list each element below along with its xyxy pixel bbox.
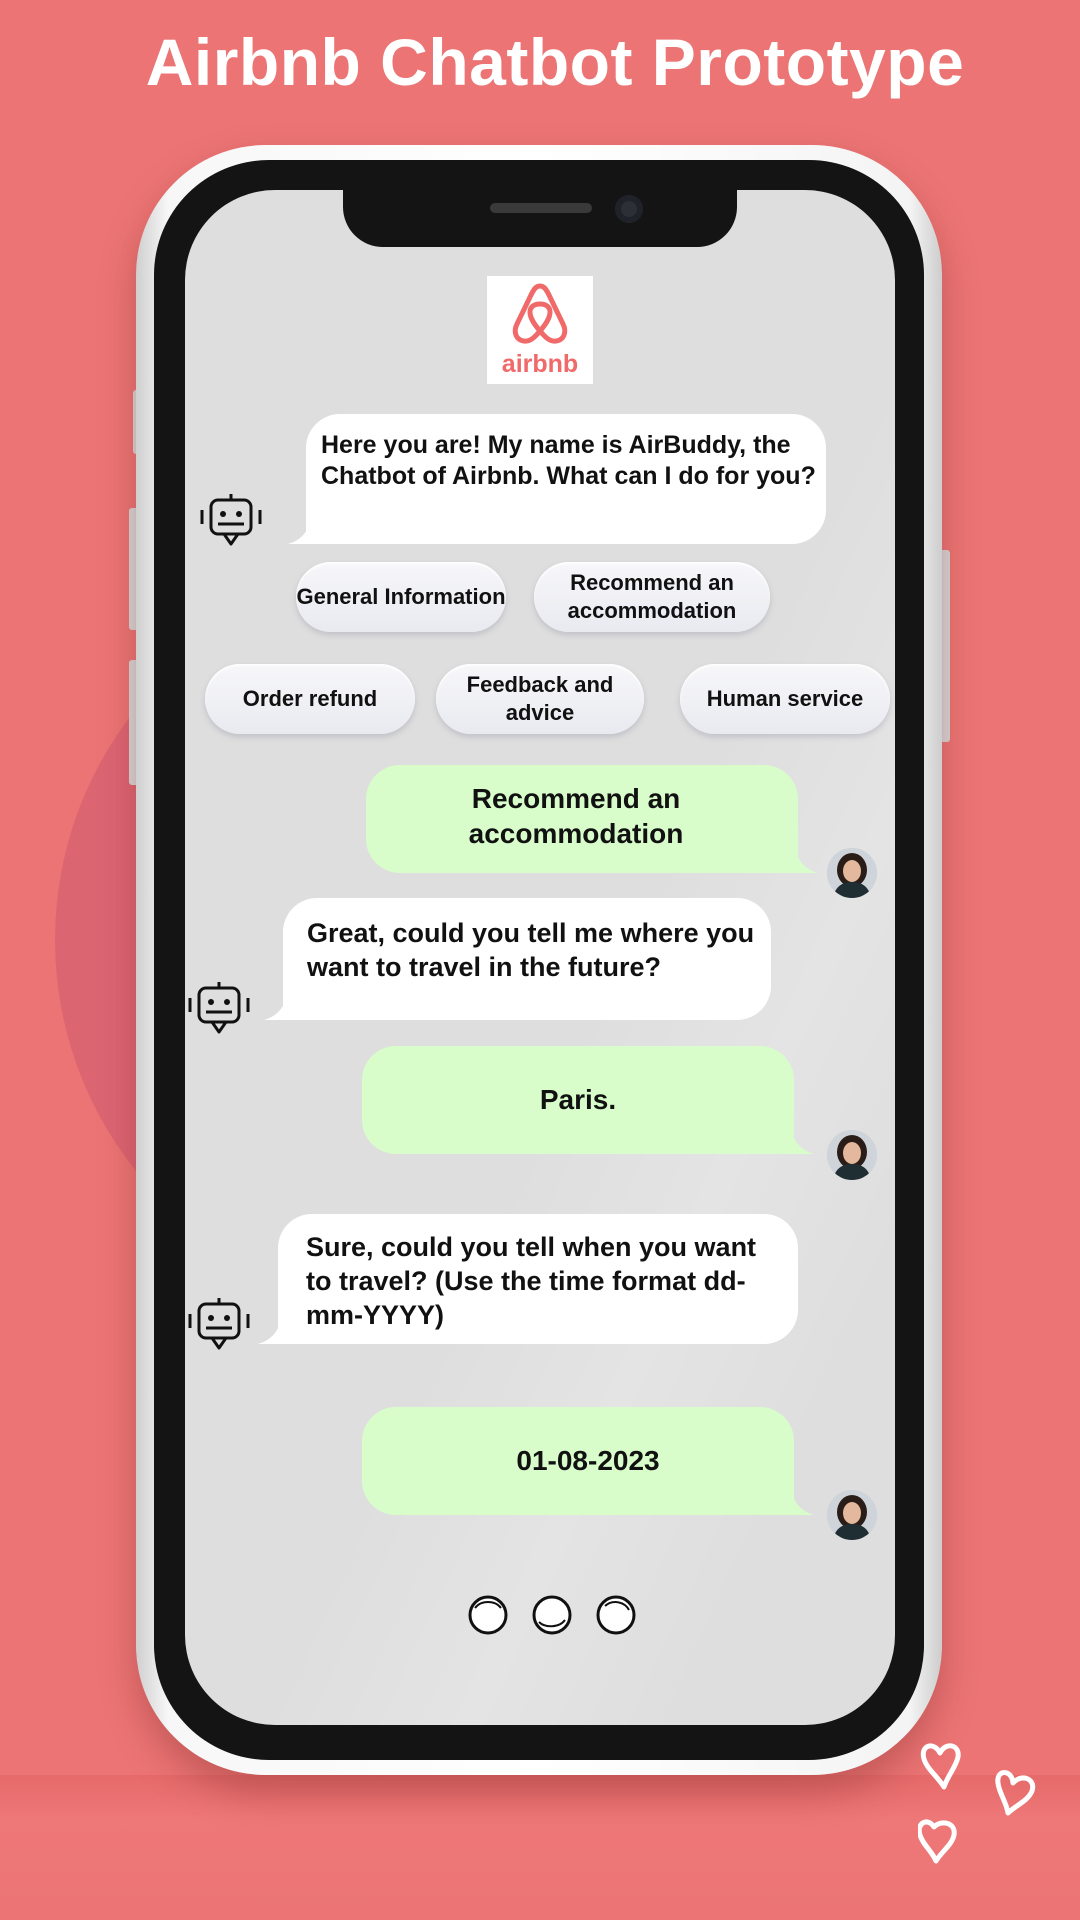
avatar-photo: [827, 1490, 877, 1540]
bubble-tail: [784, 1485, 814, 1515]
user-message-text: Paris.: [539, 1084, 617, 1115]
notch: [343, 185, 737, 247]
quick-reply-order-refund[interactable]: Order refund: [205, 664, 415, 734]
bubble-tail: [288, 514, 318, 544]
airbnb-logo-text: airbnb: [501, 350, 579, 378]
bot-message-text: Great, could you tell me where you want …: [307, 918, 755, 982]
robot-icon: [188, 982, 250, 1034]
typing-dot: [596, 1595, 636, 1635]
user-message-3: 01-08-2023: [362, 1407, 794, 1515]
airbnb-logo: airbnb: [487, 276, 593, 384]
quick-reply-general-information[interactable]: General Information: [296, 562, 506, 632]
robot-icon: [188, 1298, 250, 1350]
user-message-text: Recommend an accommodation: [468, 783, 684, 849]
bot-message-text: Sure, could you tell when you want to tr…: [306, 1232, 757, 1330]
user-avatar-icon: [827, 1130, 877, 1180]
bubble-tail: [264, 990, 294, 1020]
user-message-2: Paris.: [362, 1046, 794, 1154]
bot-message-1: Here you are! My name is AirBuddy, the C…: [306, 414, 826, 544]
bot-message-3: Sure, could you tell when you want to tr…: [278, 1214, 798, 1344]
quick-reply-human-service[interactable]: Human service: [680, 664, 890, 734]
page-title: Airbnb Chatbot Prototype: [145, 25, 965, 99]
speaker-grille: [490, 203, 592, 213]
robot-icon: [200, 494, 262, 546]
bot-message-2: Great, could you tell me where you want …: [283, 898, 771, 1020]
quick-reply-feedback-advice[interactable]: Feedback and advice: [436, 664, 644, 734]
bot-message-text: Here you are! My name is AirBuddy, the C…: [321, 431, 816, 490]
avatar-photo: [827, 1130, 877, 1180]
user-avatar-icon: [827, 848, 877, 898]
bubble-tail: [788, 843, 818, 873]
typing-dot: [468, 1595, 508, 1635]
user-avatar-icon: [827, 1490, 877, 1540]
user-message-1: Recommend an accommodation: [366, 765, 798, 873]
front-camera: [615, 195, 643, 223]
user-message-text: 01-08-2023: [516, 1445, 660, 1476]
hearts-decoration: [918, 1743, 1036, 1864]
avatar-photo: [827, 848, 877, 898]
bubble-tail: [784, 1124, 814, 1154]
airbnb-belo-icon: [512, 283, 568, 344]
typing-dot: [532, 1595, 572, 1635]
bubble-tail: [258, 1314, 288, 1344]
quick-reply-recommend-accommodation[interactable]: Recommend an accommodation: [534, 562, 770, 632]
